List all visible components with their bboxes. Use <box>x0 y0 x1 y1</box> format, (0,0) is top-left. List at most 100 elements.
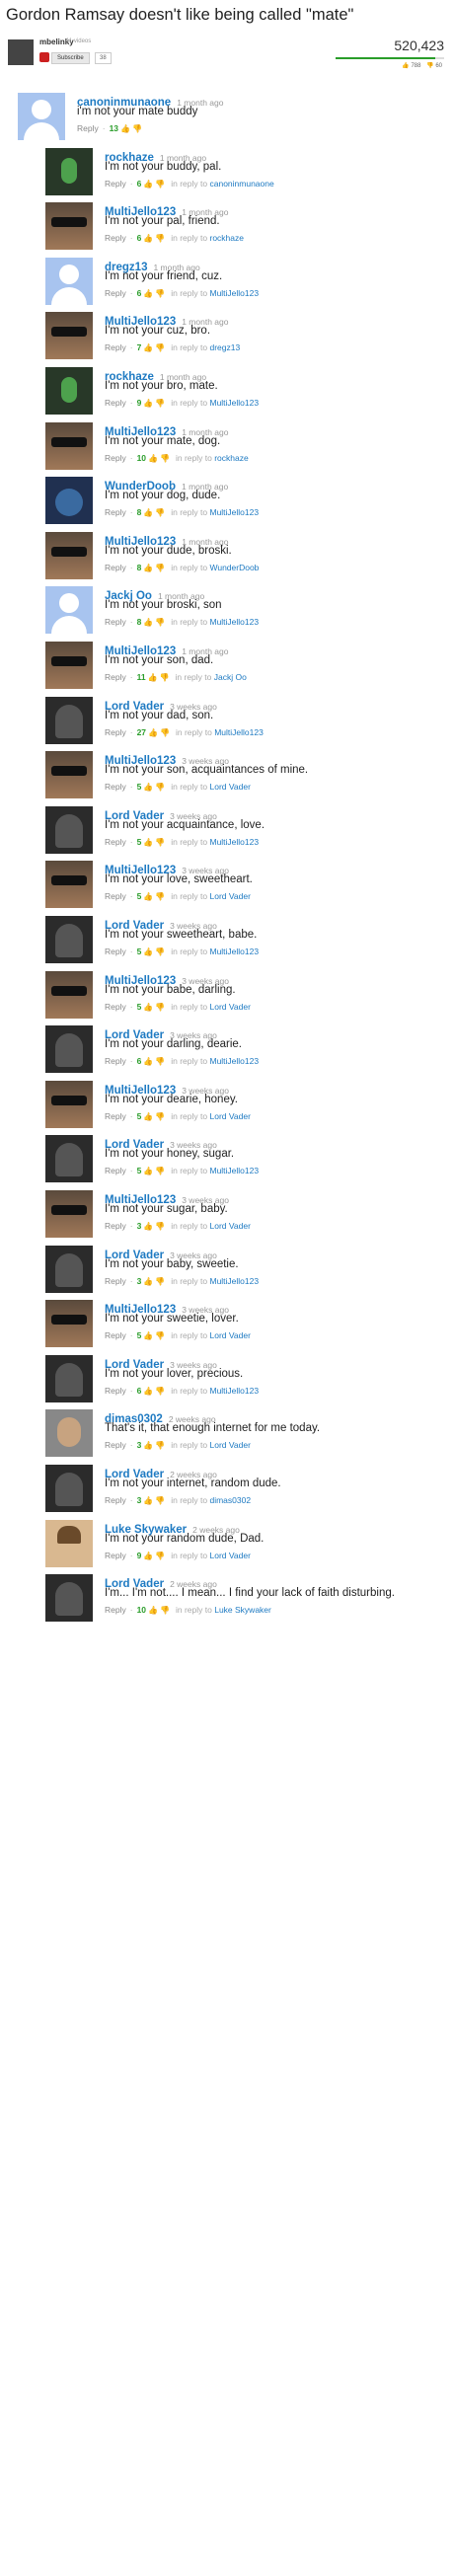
in-reply-to-user[interactable]: Lord Vader <box>209 1440 250 1450</box>
thumbs-up-icon[interactable]: 👍 <box>143 1277 153 1286</box>
thumbs-up-icon[interactable]: 👍 <box>143 618 153 627</box>
reply-button[interactable]: Reply <box>105 891 126 901</box>
in-reply-to-user[interactable]: rockhaze <box>209 233 244 243</box>
thumbs-up-icon[interactable]: 👍 <box>143 508 153 517</box>
vader-avatar[interactable] <box>45 805 93 854</box>
sunglasses-avatar[interactable] <box>45 1190 93 1238</box>
reply-button[interactable]: Reply <box>105 1002 126 1012</box>
in-reply-to-user[interactable]: Lord Vader <box>209 1111 250 1121</box>
photo-avatar[interactable] <box>45 1409 93 1458</box>
in-reply-to-user[interactable]: Lord Vader <box>209 782 250 792</box>
default-avatar[interactable] <box>18 93 65 140</box>
sunglasses-avatar[interactable] <box>45 751 93 799</box>
reply-button[interactable]: Reply <box>105 837 126 847</box>
sunglasses-avatar[interactable] <box>45 861 93 909</box>
reply-button[interactable]: Reply <box>105 1440 126 1450</box>
in-reply-to-user[interactable]: dregz13 <box>209 342 240 352</box>
in-reply-to-user[interactable]: MultiJello123 <box>209 1056 259 1066</box>
thumbs-down-icon[interactable]: 👎 <box>160 728 170 737</box>
reply-button[interactable]: Reply <box>105 782 126 792</box>
in-reply-to-user[interactable]: Lord Vader <box>209 1002 250 1012</box>
dark-figure-avatar[interactable] <box>45 367 93 415</box>
in-reply-to-user[interactable]: Lord Vader <box>209 1221 250 1231</box>
thumbs-up-icon[interactable]: 👍 <box>143 1331 153 1340</box>
reply-button[interactable]: Reply <box>105 1166 126 1175</box>
sunglasses-avatar[interactable] <box>45 642 93 689</box>
thumbs-down-icon[interactable]: 👎 <box>155 783 165 792</box>
dislike-icon[interactable]: 👎 <box>426 63 433 69</box>
reply-button[interactable]: Reply <box>105 453 126 463</box>
reply-button[interactable]: Reply <box>105 288 126 298</box>
thumbs-up-icon[interactable]: 👍 <box>148 728 158 737</box>
thumbs-down-icon[interactable]: 👎 <box>155 838 165 847</box>
reply-button[interactable]: Reply <box>77 123 99 133</box>
in-reply-to-user[interactable]: MultiJello123 <box>209 288 259 298</box>
thumbs-down-icon[interactable]: 👎 <box>155 947 165 956</box>
vader-avatar[interactable] <box>45 1574 93 1623</box>
in-reply-to-user[interactable]: MultiJello123 <box>209 1386 259 1396</box>
thumbs-up-icon[interactable]: 👍 <box>120 124 130 133</box>
in-reply-to-user[interactable]: MultiJello123 <box>209 507 259 517</box>
thumbs-down-icon[interactable]: 👎 <box>160 673 170 682</box>
thumbs-down-icon[interactable]: 👎 <box>155 1387 165 1396</box>
thumbs-up-icon[interactable]: 👍 <box>143 838 153 847</box>
thumbs-down-icon[interactable]: 👎 <box>155 1112 165 1121</box>
in-reply-to-user[interactable]: Lord Vader <box>209 1551 250 1560</box>
thumbs-up-icon[interactable]: 👍 <box>143 1167 153 1175</box>
reply-button[interactable]: Reply <box>105 1386 126 1396</box>
thumbs-up-icon[interactable]: 👍 <box>143 947 153 956</box>
sunglasses-avatar[interactable] <box>45 202 93 251</box>
reply-button[interactable]: Reply <box>105 1111 126 1121</box>
in-reply-to-user[interactable]: Jackj Oo <box>214 672 247 682</box>
thumbs-down-icon[interactable]: 👎 <box>132 124 142 133</box>
reply-button[interactable]: Reply <box>105 947 126 956</box>
reply-button[interactable]: Reply <box>105 1551 126 1560</box>
thumbs-up-icon[interactable]: 👍 <box>143 1222 153 1231</box>
vader-avatar[interactable] <box>45 1135 93 1183</box>
sunglasses-avatar[interactable] <box>45 970 93 1019</box>
vader-avatar[interactable] <box>45 1025 93 1074</box>
reply-button[interactable]: Reply <box>105 233 126 243</box>
thumbs-up-icon[interactable]: 👍 <box>143 1112 153 1121</box>
reply-button[interactable]: Reply <box>105 727 126 737</box>
thumbs-down-icon[interactable]: 👎 <box>155 180 165 189</box>
vader-avatar[interactable] <box>45 696 93 744</box>
thumbs-up-icon[interactable]: 👍 <box>143 1496 153 1505</box>
thumbs-down-icon[interactable]: 👎 <box>155 892 165 901</box>
thumbs-up-icon[interactable]: 👍 <box>148 673 158 682</box>
reply-button[interactable]: Reply <box>105 672 126 682</box>
thumbs-down-icon[interactable]: 👎 <box>155 1222 165 1231</box>
thumbs-up-icon[interactable]: 👍 <box>143 343 153 352</box>
in-reply-to-user[interactable]: Luke Skywaker <box>214 1605 271 1615</box>
kid-avatar[interactable] <box>45 1519 93 1567</box>
reply-button[interactable]: Reply <box>105 1495 126 1505</box>
reply-button[interactable]: Reply <box>105 563 126 572</box>
channel-video-count[interactable]: 11 videos <box>66 38 91 44</box>
thumbs-up-icon[interactable]: 👍 <box>143 1057 153 1066</box>
thumbs-up-icon[interactable]: 👍 <box>143 1003 153 1012</box>
thumbs-down-icon[interactable]: 👎 <box>155 618 165 627</box>
vader-avatar[interactable] <box>45 1354 93 1402</box>
in-reply-to-user[interactable]: MultiJello123 <box>214 727 264 737</box>
reply-button[interactable]: Reply <box>105 342 126 352</box>
in-reply-to-user[interactable]: canoninmunaone <box>209 179 273 189</box>
vader-avatar[interactable] <box>45 916 93 963</box>
thumbs-down-icon[interactable]: 👎 <box>155 289 165 298</box>
thumbs-down-icon[interactable]: 👎 <box>155 1167 165 1175</box>
dark-figure-avatar[interactable] <box>45 147 93 195</box>
thumbs-up-icon[interactable]: 👍 <box>143 234 153 243</box>
default-avatar[interactable] <box>45 257 93 305</box>
thumbs-down-icon[interactable]: 👎 <box>155 1441 165 1450</box>
reply-button[interactable]: Reply <box>105 507 126 517</box>
thumbs-up-icon[interactable]: 👍 <box>143 180 153 189</box>
thumbs-down-icon[interactable]: 👎 <box>155 564 165 572</box>
thumbs-up-icon[interactable]: 👍 <box>143 1387 153 1396</box>
reply-button[interactable]: Reply <box>105 1221 126 1231</box>
cartoon-avatar[interactable] <box>45 477 93 525</box>
in-reply-to-user[interactable]: WunderDoob <box>209 563 259 572</box>
in-reply-to-user[interactable]: Lord Vader <box>209 1330 250 1340</box>
reply-button[interactable]: Reply <box>105 1605 126 1615</box>
thumbs-up-icon[interactable]: 👍 <box>143 783 153 792</box>
vader-avatar[interactable] <box>45 1465 93 1512</box>
sunglasses-avatar[interactable] <box>45 1300 93 1348</box>
